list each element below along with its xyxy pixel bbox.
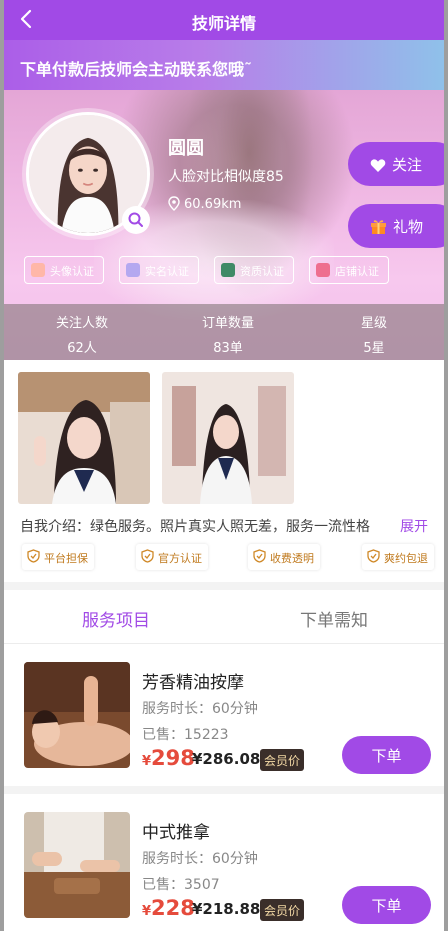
member-price-tag: 会员价: [260, 899, 305, 921]
stat-value: 62人: [67, 341, 97, 356]
photo-image: [162, 372, 294, 504]
currency-symbol: ¥: [142, 904, 152, 919]
gallery-photo[interactable]: [18, 372, 150, 504]
badge-label: 官方认证: [158, 552, 202, 565]
location-pin-icon: [168, 196, 180, 211]
distance: 60.69km: [168, 196, 241, 212]
photo-image: [18, 372, 150, 504]
stats-bar: 关注人数 62人 订单数量 83单 星级 5星: [4, 304, 444, 360]
technician-name: 圆圆: [168, 138, 204, 159]
member-price: ¥218.88: [192, 900, 261, 918]
service-price: ¥228: [142, 896, 195, 920]
self-intro: 自我介绍：绿色服务。照片真实人照无差，服务一流性格 展开: [20, 516, 440, 536]
service-image: [24, 812, 130, 918]
gift-button[interactable]: 礼物: [348, 204, 444, 248]
tab-order-notes[interactable]: 下单需知: [300, 606, 368, 631]
service-name: 中式推拿: [142, 823, 210, 843]
cert-avatar: 头像认证: [24, 256, 104, 284]
badge-label: 平台担保: [44, 552, 88, 565]
store-icon: [316, 263, 330, 277]
service-sold: 已售：15223: [142, 727, 229, 743]
service-sold: 已售：3507: [142, 877, 220, 893]
gallery-photo[interactable]: [162, 372, 294, 504]
tab-services[interactable]: 服务项目: [82, 606, 150, 631]
cert-label: 资质认证: [240, 265, 284, 278]
badge-platform-guarantee: 平台担保: [22, 544, 94, 570]
order-notice-banner: 下单付款后技师会主动联系您哦˜: [4, 40, 444, 90]
person-icon: [31, 263, 45, 277]
service-price: ¥298: [142, 746, 195, 770]
cert-label: 实名认证: [145, 265, 189, 278]
gift-icon: [371, 220, 386, 234]
currency-symbol: ¥: [142, 754, 152, 769]
search-icon: [128, 212, 143, 227]
shield-check-icon: [253, 549, 266, 563]
service-image: [24, 662, 130, 768]
service-duration: 服务时长：60分钟: [142, 701, 258, 717]
zoom-avatar-button[interactable]: [122, 206, 150, 234]
badge-label: 收费透明: [270, 552, 314, 565]
stat-orders: 订单数量 83单: [168, 312, 288, 356]
member-price-tag: 会员价: [260, 749, 305, 771]
app-frame: 技师详情 下单付款后技师会主动联系您哦˜ 圆圆 人脸对比相似度85 60.69k…: [0, 0, 448, 931]
badge-refund: 爽约包退: [362, 544, 434, 570]
page-title: 技师详情: [191, 14, 256, 33]
section-divider: [4, 786, 444, 794]
intro-text: 自我介绍：绿色服务。照片真实人照无差，服务一流性格: [20, 519, 370, 535]
shield-check-icon: [27, 549, 40, 563]
badge-official-cert: 官方认证: [136, 544, 208, 570]
stat-label: 订单数量: [201, 316, 254, 331]
tab-bar: 服务项目 下单需知: [4, 590, 444, 644]
follow-label: 关注: [392, 156, 423, 174]
service-item[interactable]: 中式推拿 服务时长：60分钟 已售：3507 ¥228 ¥218.88 会员价 …: [4, 796, 444, 931]
id-card-icon: [126, 263, 140, 277]
expand-intro-link[interactable]: 展开: [400, 516, 428, 536]
top-bar: 技师详情: [4, 0, 444, 40]
price-value: 298: [151, 746, 195, 770]
order-button[interactable]: 下单: [342, 886, 431, 924]
shield-check-icon: [367, 549, 380, 563]
service-thumbnail: [24, 812, 130, 918]
service-duration: 服务时长：60分钟: [142, 851, 258, 867]
gift-label: 礼物: [393, 218, 424, 236]
stat-label: 星级: [360, 316, 387, 331]
cert-realname: 实名认证: [119, 256, 199, 284]
service-thumbnail: [24, 662, 130, 768]
profile-hero: 圆圆 人脸对比相似度85 60.69km 关注 礼物 头像认证 实名认证 资质认…: [4, 90, 444, 360]
shield-check-icon: [141, 549, 154, 563]
guarantee-badges: 平台担保 官方认证 收费透明 爽约包退: [18, 544, 438, 572]
face-similarity: 人脸对比相似度85: [168, 169, 284, 185]
follow-button[interactable]: 关注: [348, 142, 444, 186]
member-price: ¥286.08: [192, 750, 261, 768]
cert-label: 店铺认证: [335, 265, 379, 278]
stat-value: 5星: [363, 341, 385, 356]
badge-label: 爽约包退: [384, 552, 428, 565]
cert-store: 店铺认证: [309, 256, 389, 284]
heart-icon: [370, 159, 386, 172]
price-value: 228: [151, 896, 195, 920]
cert-label: 头像认证: [50, 265, 94, 278]
service-item[interactable]: 芳香精油按摩 服务时长：60分钟 已售：15223 ¥298 ¥286.08 会…: [4, 646, 444, 782]
document-icon: [221, 263, 235, 277]
stat-value: 83单: [213, 341, 243, 356]
stat-label: 关注人数: [55, 316, 108, 331]
cert-qualification: 资质认证: [214, 256, 294, 284]
stat-followers: 关注人数 62人: [22, 312, 142, 356]
order-button[interactable]: 下单: [342, 736, 431, 774]
stat-rating: 星级 5星: [314, 312, 434, 356]
section-divider: [4, 582, 444, 590]
service-name: 芳香精油按摩: [142, 673, 244, 693]
distance-value: 60.69km: [184, 197, 242, 212]
badge-transparent-fee: 收费透明: [248, 544, 320, 570]
